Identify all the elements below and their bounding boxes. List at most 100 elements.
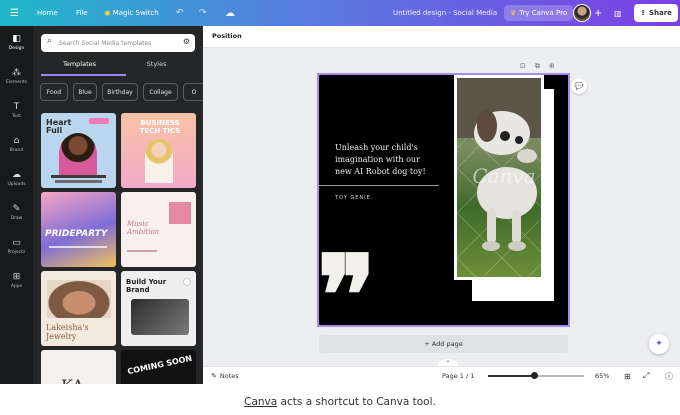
template-thumbnail[interactable]: BUSINESS TECH TICS	[121, 113, 196, 188]
grid-view-icon[interactable]: ⊞	[624, 367, 631, 385]
template-thumbnail[interactable]: Build Your Brand	[121, 271, 196, 346]
rail-item-apps[interactable]: ⊞ Apps	[0, 272, 33, 289]
bottom-bar: ✎ Notes Page 1 / 1 65% ⊞ ⤢ ⓘ	[203, 366, 680, 384]
hamburger-icon[interactable]: ☰	[10, 0, 19, 26]
zoom-level[interactable]: 65%	[595, 367, 609, 385]
fullscreen-icon[interactable]: ⤢	[643, 367, 649, 385]
magic-assistant-icon[interactable]: ✦	[649, 334, 669, 354]
apps-icon: ⊞	[12, 272, 21, 282]
template-photo	[145, 139, 173, 183]
try-canva-pro-button[interactable]: ♛ Try Canva Pro	[504, 5, 574, 21]
left-rail: ◧ Design ⁂ Elements T Text ⌂ Brand ☁ Upl…	[0, 26, 33, 384]
duplicate-icon[interactable]: ⧉	[535, 62, 540, 71]
rail-item-design[interactable]: ◧ Design	[0, 34, 33, 51]
add-page-button[interactable]: + Add page	[319, 335, 568, 353]
rail-label: Projects	[7, 250, 26, 255]
caption: Canva acts a shortcut to Canva tool.	[0, 396, 680, 408]
template-photo	[131, 299, 189, 335]
redo-icon[interactable]: ↷	[199, 0, 207, 26]
rail-item-uploads[interactable]: ☁ Uploads	[0, 170, 33, 187]
chip-collage[interactable]: Collage	[143, 83, 178, 101]
undo-icon[interactable]: ↶	[176, 0, 184, 26]
zoom-slider-knob[interactable]	[531, 372, 539, 379]
cloud-save-icon[interactable]: ☁	[225, 0, 235, 26]
quote-mark[interactable]: ❞	[319, 241, 376, 326]
add-page-icon[interactable]: ⊕	[549, 62, 555, 71]
rail-label: Uploads	[7, 182, 26, 187]
filter-icon[interactable]: ⚙	[183, 37, 190, 46]
search-box[interactable]: ⌕ ⚙	[41, 34, 195, 52]
design-brand[interactable]: TOY GENIE.	[335, 195, 373, 201]
rail-label: Elements	[6, 80, 27, 85]
rail-label: Draw	[10, 216, 23, 221]
template-thumbnail[interactable]: Heart Full	[41, 113, 116, 188]
template-thumbnail[interactable]: COMING SOON	[121, 350, 196, 384]
template-thumbnail[interactable]: PRIDEPARTY	[41, 192, 116, 267]
caption-text: acts a shortcut to Canva tool.	[277, 396, 436, 408]
tab-styles[interactable]: Styles	[118, 60, 195, 68]
chip-food[interactable]: Food	[40, 83, 68, 101]
projects-icon: ▭	[12, 238, 21, 248]
rail-label: Text	[11, 114, 22, 119]
template-line	[55, 180, 102, 183]
top-bar: ☰ Home File ✺ Magic Switch ↶ ↷ ☁ Untitle…	[0, 0, 680, 26]
comment-icon[interactable]: 💬	[571, 78, 587, 94]
help-icon[interactable]: ⓘ	[665, 367, 673, 385]
design-headline[interactable]: Unleash your child's imagination with ou…	[335, 142, 439, 178]
template-thumbnail[interactable]: Lakeisha's Jewelry	[41, 271, 116, 346]
crown-icon: ♛	[510, 9, 517, 17]
rail-item-projects[interactable]: ▭ Projects	[0, 238, 33, 255]
design-page[interactable]: Unleash your child's imagination with ou…	[317, 73, 570, 327]
rail-item-brand[interactable]: ⌂ Brand	[0, 136, 33, 153]
search-input[interactable]	[59, 36, 177, 50]
rail-item-elements[interactable]: ⁂ Elements	[0, 68, 33, 85]
design-title[interactable]: Untitled design - Social Media	[393, 0, 497, 26]
tab-templates[interactable]: Templates	[41, 60, 126, 76]
template-thumbnail[interactable]: KA	[41, 350, 116, 384]
notes-icon: ✎	[211, 372, 217, 380]
rail-item-text[interactable]: T Text	[0, 102, 33, 119]
home-button[interactable]: Home	[37, 0, 58, 26]
share-label: Share	[648, 9, 672, 17]
share-button[interactable]: ⇪ Share	[634, 4, 678, 22]
rail-label: Apps	[10, 284, 23, 289]
template-line	[51, 175, 106, 178]
notes-button[interactable]: ✎ Notes	[211, 367, 239, 385]
chip-more[interactable]: O	[183, 83, 203, 101]
plus-icon[interactable]: +	[594, 0, 602, 26]
panel-tabs: Templates Styles	[41, 60, 195, 76]
template-photo	[169, 202, 191, 224]
robot-dog-photo[interactable]: Canva	[454, 75, 544, 280]
search-icon: ⌕	[47, 36, 53, 46]
magic-switch-label: Magic Switch	[112, 9, 159, 17]
chip-birthday[interactable]: Birthday	[102, 83, 138, 101]
notes-label: Notes	[219, 372, 239, 380]
template-title: BUSINESS TECH TICS	[139, 119, 181, 135]
chip-blue[interactable]: Blue	[73, 83, 97, 101]
rail-item-draw[interactable]: ✎ Draw	[0, 204, 33, 221]
zoom-slider[interactable]	[488, 372, 584, 379]
template-title: Lakeisha's Jewelry	[46, 323, 89, 341]
template-thumbnail[interactable]: Music Ambition	[121, 192, 196, 267]
editor-canvas: Position ⊡ ⧉ ⊕ 💬 Unleash your child's im…	[203, 26, 680, 384]
page-indicator[interactable]: Page 1 / 1	[442, 367, 474, 385]
design-divider	[319, 185, 439, 186]
insights-icon[interactable]: ▥	[614, 0, 622, 26]
brand-icon: ⌂	[13, 136, 20, 146]
uploads-icon: ☁	[12, 170, 21, 180]
position-button[interactable]: Position	[212, 32, 242, 40]
avatar[interactable]	[573, 4, 591, 22]
template-title: COMING SOON	[126, 353, 193, 377]
template-title: Music Ambition	[127, 220, 160, 236]
rail-label: Design	[8, 46, 25, 51]
magic-switch-button[interactable]: ✺ Magic Switch	[104, 0, 159, 26]
file-menu[interactable]: File	[76, 0, 88, 26]
caption-link[interactable]: Canva	[244, 396, 277, 408]
elements-icon: ⁂	[12, 68, 21, 78]
lock-icon[interactable]: ⊡	[520, 62, 526, 71]
template-title: PRIDEPARTY	[45, 229, 108, 239]
template-title: KA	[61, 378, 101, 385]
page-tools: ⊡ ⧉ ⊕	[520, 62, 555, 71]
rail-label: Brand	[9, 148, 24, 153]
template-line	[49, 246, 107, 248]
